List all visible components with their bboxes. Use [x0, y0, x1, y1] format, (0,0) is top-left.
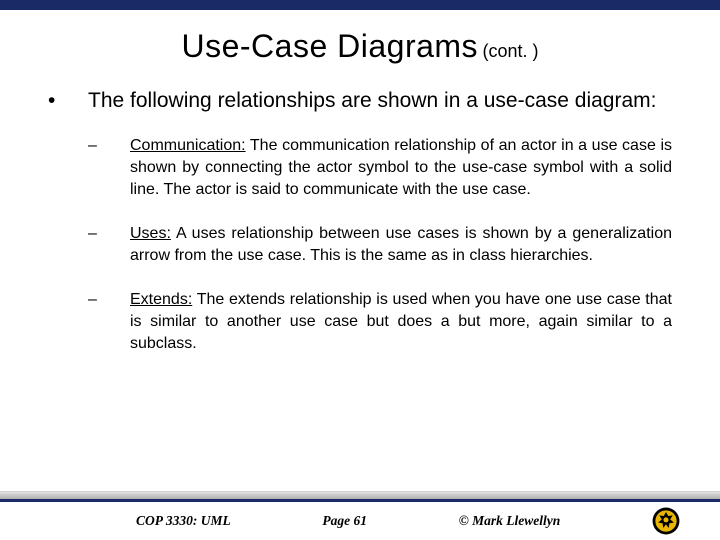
slide-title: Use-Case Diagrams (cont. )	[48, 28, 672, 65]
item-text: Extends: The extends relationship is use…	[130, 289, 672, 355]
top-border	[0, 0, 720, 10]
intro-text: The following relationships are shown in…	[88, 87, 672, 115]
list-item: – Extends: The extends relationship is u…	[88, 289, 672, 355]
item-head: Uses:	[130, 225, 171, 242]
item-text: Communication: The communication relatio…	[130, 135, 672, 201]
footer: COP 3330: UML Page 61 © Mark Llewellyn	[0, 502, 720, 540]
dash-icon: –	[88, 135, 130, 201]
slide: Use-Case Diagrams (cont. ) • The followi…	[0, 0, 720, 540]
footer-course: COP 3330: UML	[136, 513, 231, 529]
footer-gradient-bar	[0, 491, 720, 499]
title-cont: (cont. )	[483, 41, 539, 61]
intro-bullet: • The following relationships are shown …	[48, 87, 672, 115]
list-item: – Communication: The communication relat…	[88, 135, 672, 201]
title-main: Use-Case Diagrams	[181, 28, 478, 64]
item-head: Communication:	[130, 137, 246, 154]
footer-page: Page 61	[322, 513, 367, 529]
slide-content: Use-Case Diagrams (cont. ) • The followi…	[0, 10, 720, 491]
item-body: The extends relationship is used when yo…	[130, 291, 672, 352]
item-text: Uses: A uses relationship between use ca…	[130, 223, 672, 267]
item-body: A uses relationship between use cases is…	[130, 225, 672, 264]
item-head: Extends:	[130, 291, 192, 308]
ucf-logo-icon	[652, 507, 680, 535]
sub-list: – Communication: The communication relat…	[48, 135, 672, 356]
list-item: – Uses: A uses relationship between use …	[88, 223, 672, 267]
footer-area: COP 3330: UML Page 61 © Mark Llewellyn	[0, 491, 720, 540]
footer-copyright: © Mark Llewellyn	[459, 513, 561, 529]
bullet-dot-icon: •	[48, 87, 88, 115]
dash-icon: –	[88, 223, 130, 267]
dash-icon: –	[88, 289, 130, 355]
